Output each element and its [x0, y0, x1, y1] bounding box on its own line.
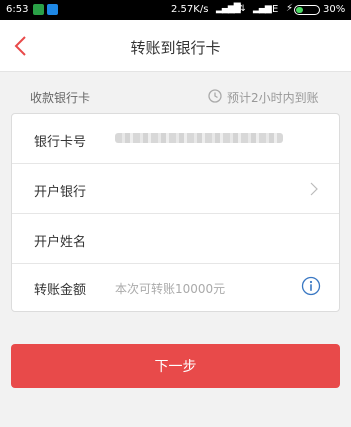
- notification-icon: [47, 4, 58, 15]
- clock-icon: [208, 89, 222, 103]
- signal-icon: ▂▄▆: [253, 4, 272, 14]
- account-name-label: 开户姓名: [34, 235, 87, 250]
- next-button[interactable]: 下一步: [11, 344, 340, 388]
- bank-card-form: 银行卡号 开户银行 开户姓名 转账金额 本次可转账10000元: [11, 113, 340, 312]
- info-icon[interactable]: [301, 276, 321, 296]
- section-label: 收款银行卡: [30, 91, 91, 105]
- card-number-input[interactable]: [115, 133, 283, 143]
- bank-label: 开户银行: [34, 185, 87, 200]
- signal-icon: ▂▄▆█: [216, 4, 241, 14]
- battery-icon: [294, 5, 320, 15]
- network-speed: 2.57K/s: [171, 4, 209, 15]
- amount-input[interactable]: 本次可转账10000元: [115, 280, 225, 297]
- account-name-row[interactable]: 开户姓名: [12, 214, 339, 264]
- nav-bar: 转账到银行卡: [0, 20, 351, 72]
- next-button-label: 下一步: [154, 358, 197, 374]
- page-title: 转账到银行卡: [130, 39, 221, 57]
- section-header: 收款银行卡 预计2小时内到账: [0, 84, 351, 110]
- data-transfer-icon: ⇅: [238, 4, 245, 14]
- card-number-row[interactable]: 银行卡号: [12, 114, 339, 164]
- arrival-estimate: 预计2小时内到账: [227, 91, 319, 105]
- status-time: 6:53: [6, 4, 29, 15]
- amount-row[interactable]: 转账金额 本次可转账10000元: [12, 262, 339, 312]
- notification-icon: [33, 4, 44, 15]
- amount-label: 转账金额: [34, 283, 87, 298]
- network-type: E: [272, 4, 279, 15]
- chevron-right-icon: [310, 182, 318, 196]
- card-number-label: 银行卡号: [34, 135, 87, 150]
- battery-percent: 30%: [323, 4, 346, 15]
- bank-select-row[interactable]: 开户银行: [12, 164, 339, 214]
- status-bar: 6:53 2.57K/s ▂▄▆█ ⇅ ▂▄▆ E ⚡ 30%: [0, 0, 351, 20]
- charging-icon: ⚡: [286, 3, 294, 14]
